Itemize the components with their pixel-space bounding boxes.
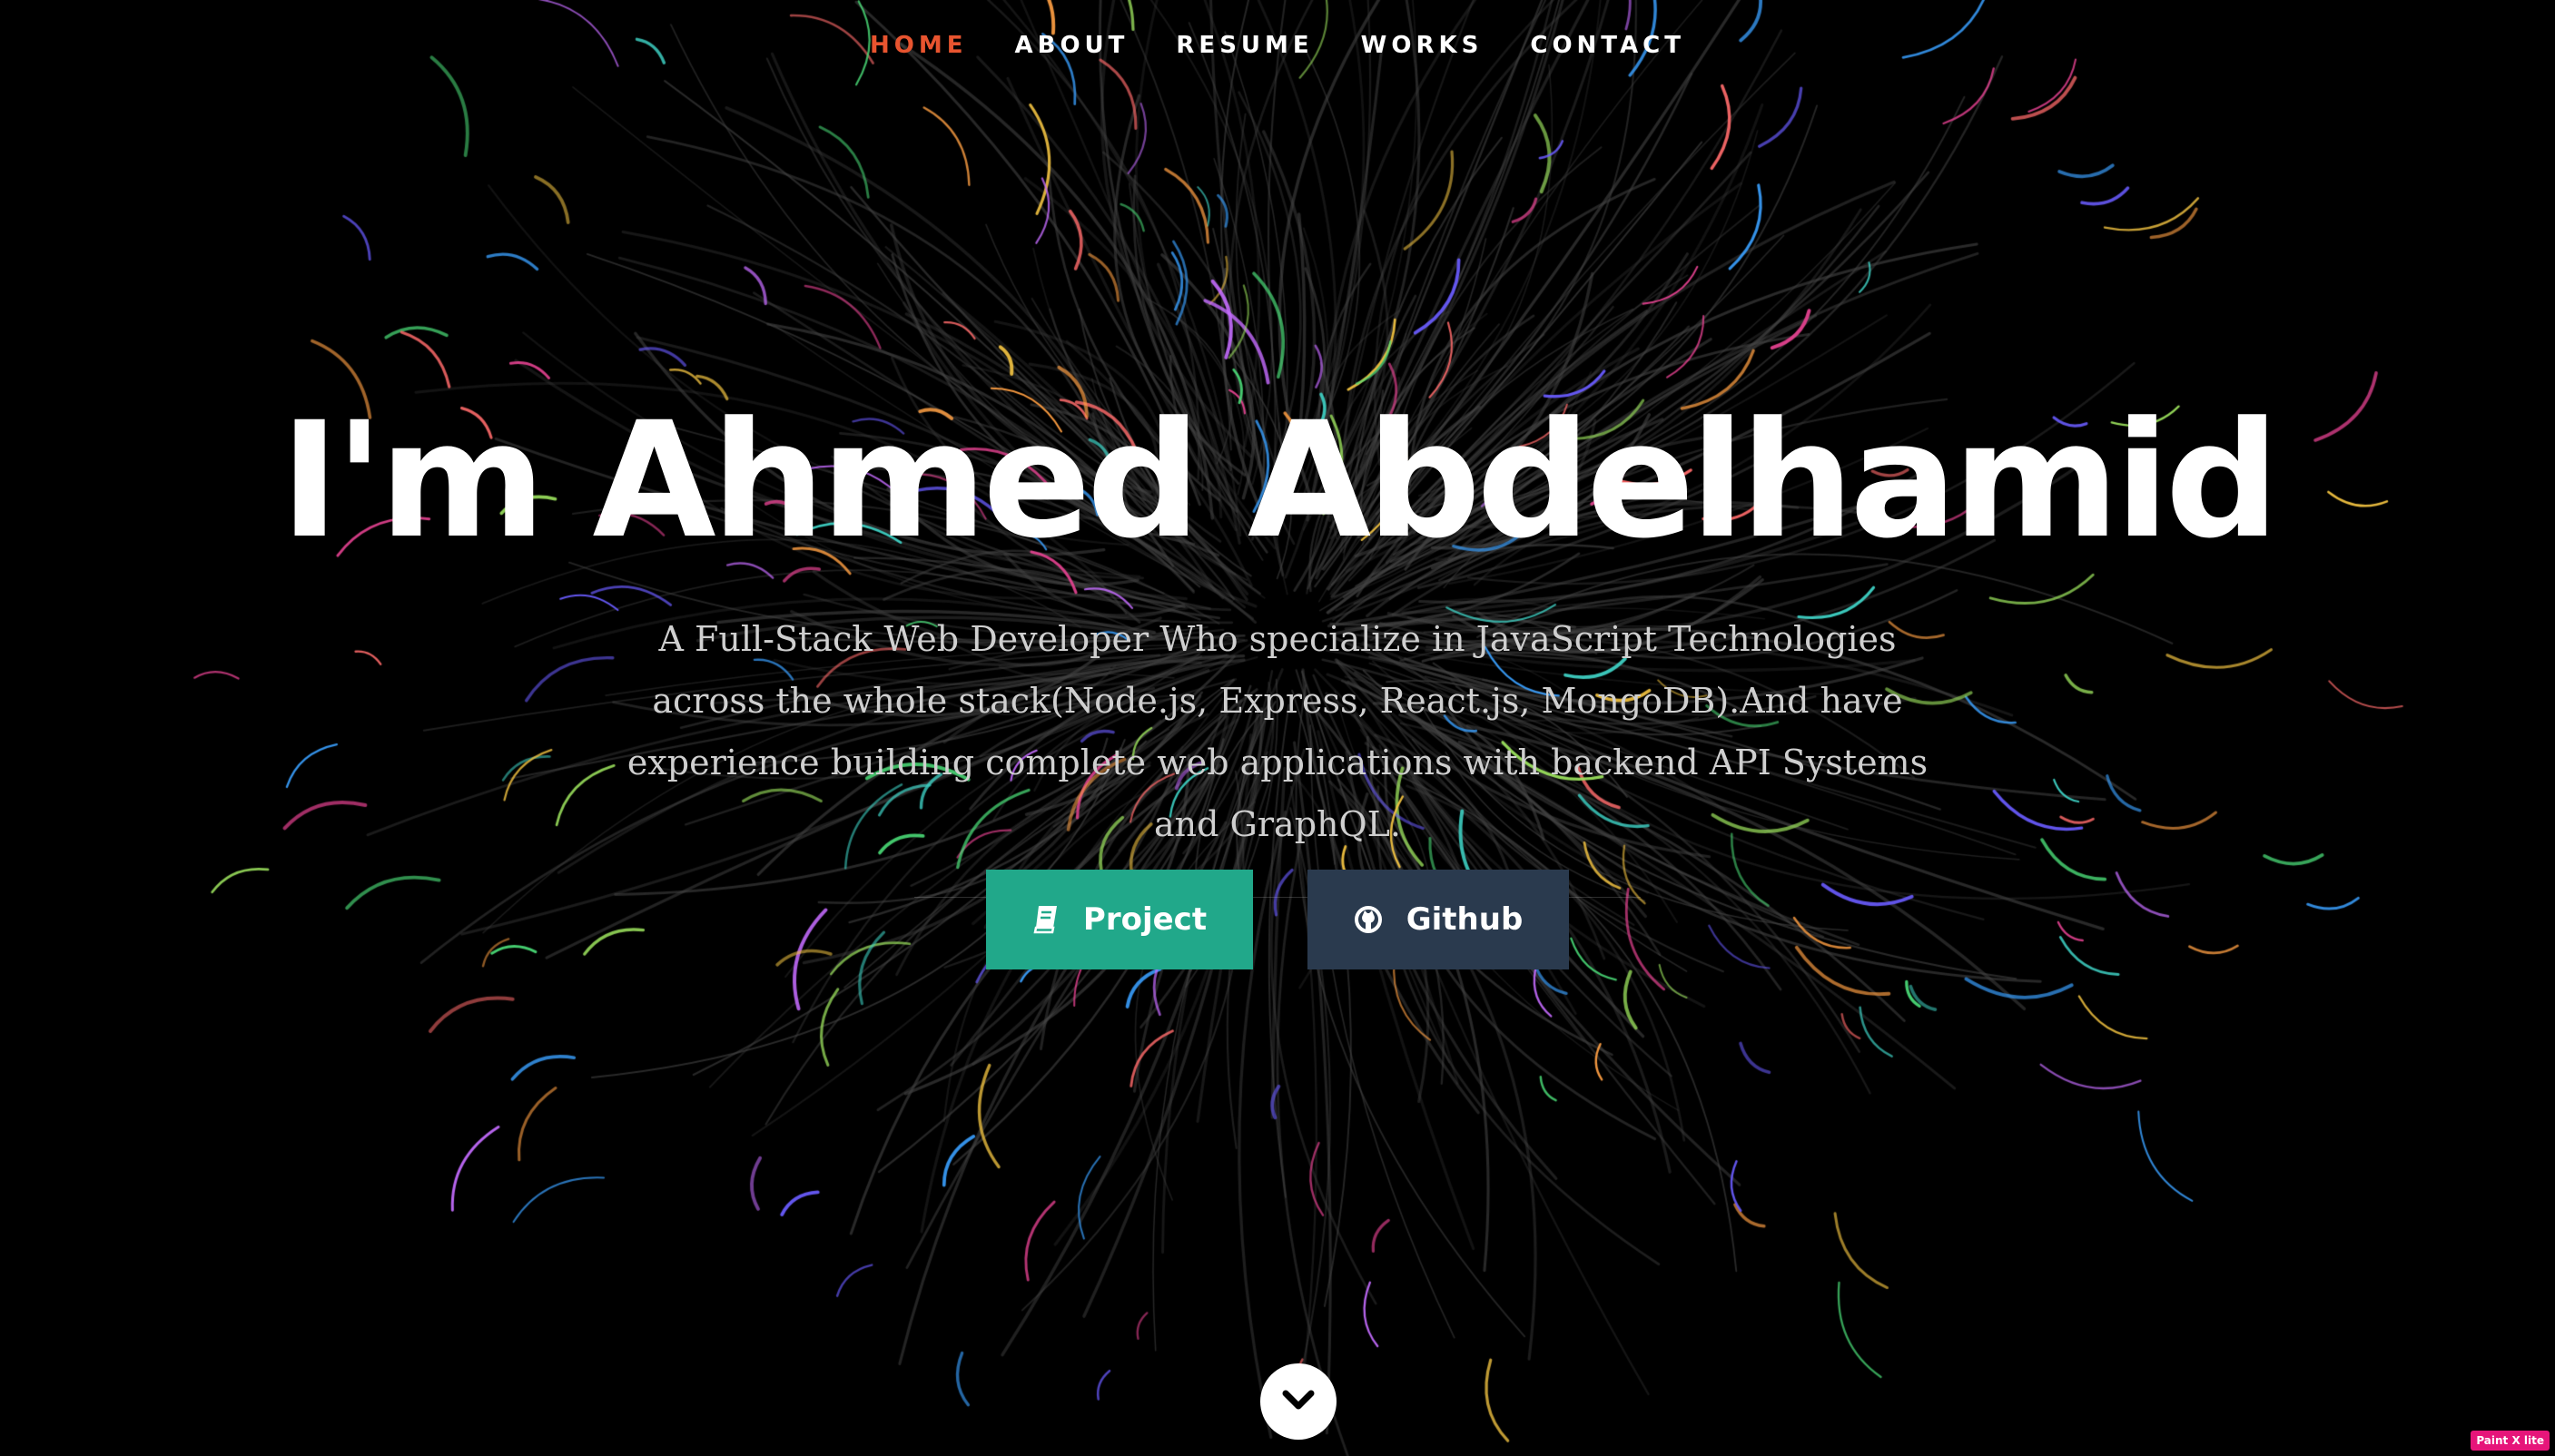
main-nav: HOME ABOUT RESUME WORKS CONTACT: [0, 0, 2555, 91]
paint-x-lite-badge: Paint X lite: [2471, 1431, 2550, 1451]
book-icon: [1032, 904, 1060, 935]
chevron-down-icon: [1280, 1387, 1317, 1416]
hero-title: I'm Ahmed Abdelhamid: [280, 388, 2279, 574]
nav-link-contact[interactable]: CONTACT: [1530, 32, 1685, 59]
nav-item-works: WORKS: [1361, 32, 1484, 59]
nav-item-contact: CONTACT: [1530, 32, 1685, 59]
nav-item-about: ABOUT: [1015, 32, 1130, 59]
github-button-label: Github: [1406, 901, 1524, 938]
nav-link-about[interactable]: ABOUT: [1015, 32, 1130, 59]
project-button[interactable]: Project: [986, 870, 1253, 969]
nav-list: HOME ABOUT RESUME WORKS CONTACT: [870, 32, 1685, 59]
project-button-label: Project: [1082, 901, 1208, 938]
scroll-down-button[interactable]: [1260, 1363, 1337, 1440]
hero-section: I'm Ahmed Abdelhamid A Full-Stack Web De…: [0, 381, 2555, 898]
nav-link-home[interactable]: HOME: [870, 32, 968, 59]
nav-item-home: HOME: [870, 32, 968, 59]
github-icon: [1354, 905, 1383, 934]
hero-description: A Full-Stack Web Developer Who specializ…: [626, 619, 1929, 844]
nav-link-works[interactable]: WORKS: [1361, 32, 1484, 59]
github-button[interactable]: Github: [1307, 870, 1569, 969]
nav-link-resume[interactable]: RESUME: [1176, 32, 1313, 59]
hero-buttons: Project Github: [0, 870, 2555, 969]
nav-item-resume: RESUME: [1176, 32, 1313, 59]
